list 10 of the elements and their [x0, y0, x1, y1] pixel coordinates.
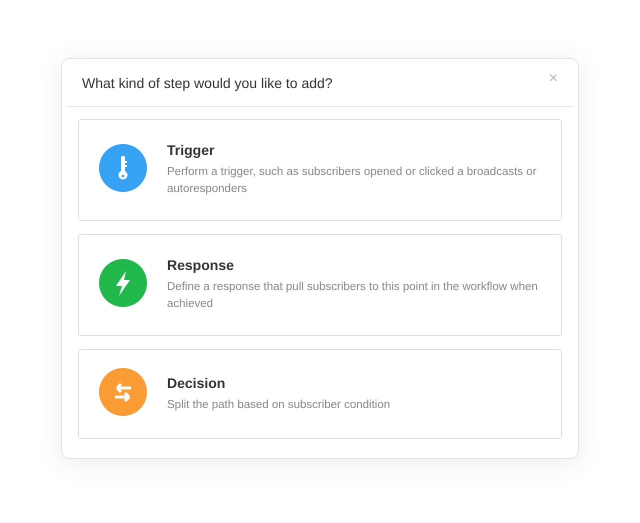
dialog-title: What kind of step would you like to add?	[82, 74, 333, 90]
step-option-card[interactable]: Response Define a response that pull subscribers to this point in the workflow when achieved	[78, 234, 562, 336]
step-option-card[interactable]: Trigger Perform a trigger, such as subscribers opened or clicked a broadcasts or autoresponders	[78, 119, 562, 221]
option-description: Split the path based on subscriber condition	[167, 398, 390, 412]
option-title: Decision	[167, 374, 226, 390]
option-title: Trigger	[167, 142, 216, 158]
option-description: Perform a trigger, such as subscribers opened or clicked a broadcasts or autoresponders	[167, 165, 538, 197]
step-option-card[interactable]: Decision Split the path based on subscriber condition	[78, 349, 562, 439]
option-description: Define a response that pull subscribers to this point in the workflow when achieved	[167, 280, 539, 312]
option-title: Response	[167, 257, 235, 273]
